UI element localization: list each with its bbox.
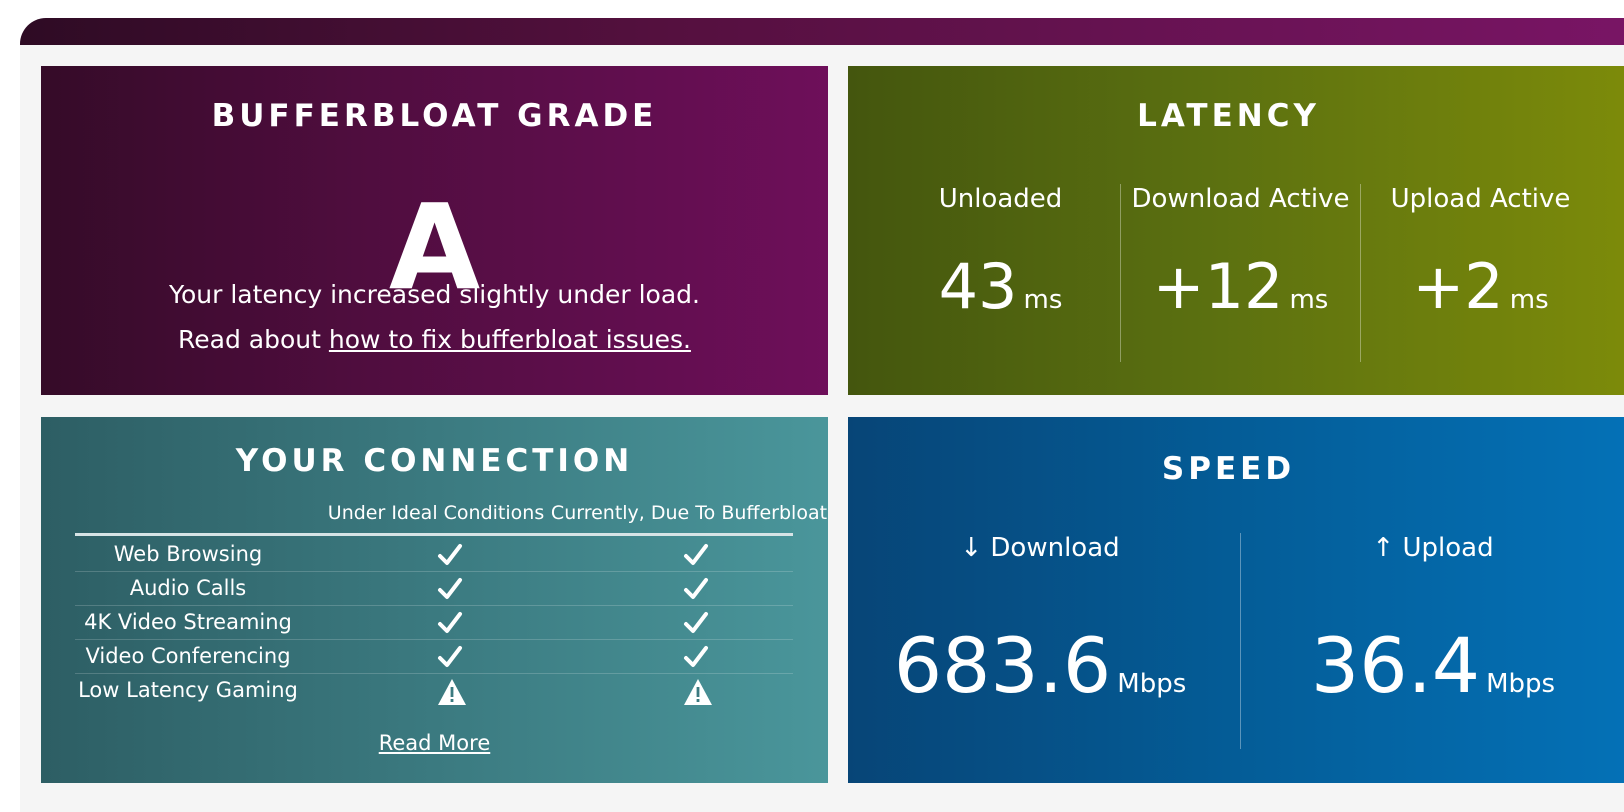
latency-unloaded: Unloaded 43 ms [881,184,1120,362]
check-icon [437,576,463,602]
speed-divider [1240,533,1241,749]
speed-card: SPEED ↓ Download 683.6 Mbps ↑ Upload 36.4… [848,417,1624,783]
latency-upload-active: Upload Active +2 ms [1361,184,1600,362]
grade-description: Your latency increased slightly under lo… [169,280,700,309]
check-icon [683,576,709,602]
latency-number: 43 [938,250,1018,323]
upload-number: 36.4 [1310,621,1481,710]
page: BUFFERBLOAT GRADE A Your latency increas… [0,0,1624,812]
latency-title: LATENCY [1137,98,1320,134]
row-label: Video Conferencing [85,644,291,668]
read-more-link-row: Read More [41,731,828,755]
warning-icon [683,678,712,705]
table-row: Audio Calls [75,571,793,606]
latency-unit: ms [1509,285,1549,315]
table-header-rule [75,533,793,536]
panel-header-bar [20,18,1624,45]
download-speed: ↓ Download 683.6 Mbps [853,533,1227,743]
header-current: Currently, Due To Bufferbloat [550,502,828,524]
grade-title: BUFFERBLOAT GRADE [211,98,658,134]
table-row: Low Latency Gaming [75,673,793,707]
check-icon [437,610,463,636]
check-icon [437,644,463,670]
latency-label: Download Active [1131,184,1350,214]
row-label: 4K Video Streaming [84,610,292,634]
latency-value: 43 ms [881,250,1120,323]
check-icon [683,610,709,636]
download-label: ↓ Download [960,533,1120,563]
latency-value: +2 ms [1361,250,1600,323]
fix-bufferbloat-link[interactable]: how to fix bufferbloat issues. [329,325,691,354]
latency-card: LATENCY Unloaded 43 ms Download Active +1… [848,66,1624,395]
read-about-prefix: Read about [178,325,329,354]
read-more-link[interactable]: Read More [379,731,491,755]
upload-speed: ↑ Upload 36.4 Mbps [1246,533,1620,743]
check-icon [683,644,709,670]
connection-title: YOUR CONNECTION [235,443,634,479]
latency-label: Upload Active [1390,184,1571,214]
table-row: Video Conferencing [75,639,793,674]
upload-unit: Mbps [1486,669,1556,699]
bufferbloat-grade-card: BUFFERBLOAT GRADE A Your latency increas… [41,66,828,395]
latency-number: +2 [1412,250,1504,323]
download-value: 683.6 Mbps [853,621,1227,710]
upload-value: 36.4 Mbps [1246,621,1620,710]
row-label: Audio Calls [129,576,247,600]
upload-label: ↑ Upload [1372,533,1494,563]
check-icon [683,542,709,568]
grade-read-about: Read about how to fix bufferbloat issues… [41,325,828,354]
table-row: 4K Video Streaming [75,605,793,640]
latency-label: Unloaded [938,184,1063,214]
row-label: Low Latency Gaming [78,678,298,702]
speed-title: SPEED [1161,451,1296,487]
latency-value: +12 ms [1121,250,1360,323]
row-label: Web Browsing [113,542,263,566]
download-unit: Mbps [1117,669,1187,699]
latency-unit: ms [1023,285,1063,315]
warning-icon [437,678,466,705]
latency-download-active: Download Active +12 ms [1121,184,1360,362]
latency-unit: ms [1289,285,1329,315]
check-icon [437,542,463,568]
table-row: Web Browsing [75,537,793,572]
your-connection-card: YOUR CONNECTION Under Ideal Conditions C… [41,417,828,783]
download-number: 683.6 [893,621,1112,710]
latency-number: +12 [1152,250,1284,323]
